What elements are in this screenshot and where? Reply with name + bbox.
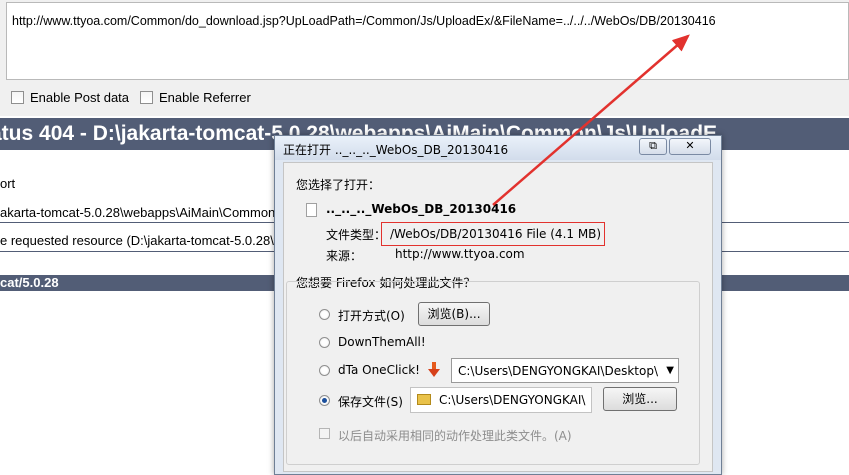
annotation-arrow	[492, 34, 690, 206]
